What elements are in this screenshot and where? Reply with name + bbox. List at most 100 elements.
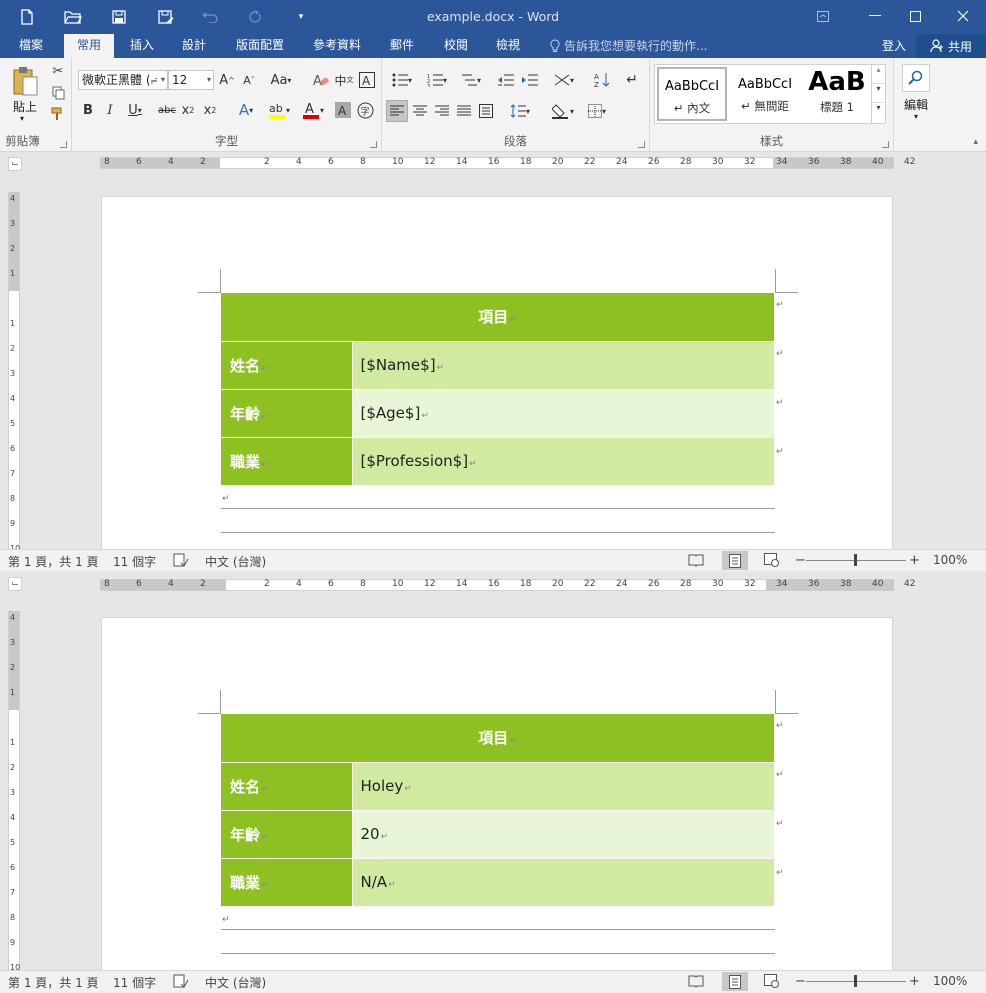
page-count[interactable]: 第 1 頁，共 1 頁 xyxy=(8,974,99,991)
font-size-dropdown-icon[interactable]: ▾ xyxy=(207,71,211,89)
styles-dialog-launcher[interactable] xyxy=(882,141,889,148)
web-layout-icon[interactable] xyxy=(764,974,780,991)
page-count[interactable]: 第 1 頁，共 1 頁 xyxy=(8,553,99,570)
chinese-layout-icon[interactable]: ▾ xyxy=(550,70,578,90)
copy-icon[interactable] xyxy=(50,85,66,101)
highlight-color-icon[interactable]: ab ▾ xyxy=(264,100,294,120)
style-no-spacing[interactable]: AaBbCcI ↵ 無間距 xyxy=(729,67,801,121)
word-count[interactable]: 11 個字 xyxy=(113,553,156,570)
multilevel-list-icon[interactable]: ▾ xyxy=(456,70,486,90)
language-status[interactable]: 中文 (台灣) xyxy=(205,553,266,570)
tab-view[interactable]: 檢視 xyxy=(486,34,530,58)
increase-indent-icon[interactable] xyxy=(520,70,540,90)
style-heading-1[interactable]: AaB 標題 1 xyxy=(801,67,873,121)
restore-icon[interactable] xyxy=(900,4,930,28)
phonetic-guide-icon[interactable]: 中文 xyxy=(334,70,354,90)
row-value-age[interactable]: [$Age$]↵ xyxy=(351,388,774,437)
row-label-profession[interactable]: 職業↵ xyxy=(221,436,352,485)
enclose-characters-icon[interactable]: 字 xyxy=(356,100,374,120)
share-button[interactable]: 共用 xyxy=(916,34,986,58)
tab-file[interactable]: 檔案 xyxy=(8,34,54,58)
document-page[interactable]: 項目↵ 姓名↵ Holey↵ 年齡↵ 20↵ 職業↵ N/A↵ ↵ ↵ ↵ ↵ … xyxy=(101,617,893,970)
tab-mailings[interactable]: 郵件 xyxy=(380,34,424,58)
proofing-icon[interactable] xyxy=(173,553,189,570)
styles-up-icon[interactable]: ▴ xyxy=(872,65,885,84)
tab-design[interactable]: 設計 xyxy=(172,34,216,58)
collapse-ribbon-icon[interactable]: ▴ xyxy=(973,137,978,147)
sign-in-link[interactable]: 登入 xyxy=(882,37,906,54)
zoom-level[interactable]: 100% xyxy=(933,553,967,567)
row-label-profession[interactable]: 職業↵ xyxy=(221,857,352,906)
clear-formatting-icon[interactable]: A xyxy=(312,70,330,90)
tab-home[interactable]: 常用 xyxy=(64,34,114,58)
text-effects-icon[interactable]: A ▾ xyxy=(232,100,260,120)
shading-icon[interactable]: ▾ xyxy=(548,100,578,122)
web-layout-icon[interactable] xyxy=(764,553,780,570)
zoom-level[interactable]: 100% xyxy=(933,974,967,988)
ribbon-display-icon[interactable] xyxy=(808,4,838,28)
data-table[interactable]: 項目↵ 姓名↵ Holey↵ 年齡↵ 20↵ 職業↵ N/A↵ xyxy=(221,714,774,906)
font-color-icon[interactable]: A ▾ xyxy=(298,100,328,120)
font-size-select[interactable]: 12 ▾ xyxy=(168,70,214,90)
bold-icon[interactable]: B xyxy=(80,100,96,120)
style-normal[interactable]: AaBbCcI ↵ 內文 xyxy=(657,67,727,121)
search-icon[interactable] xyxy=(902,64,930,92)
format-painter-icon[interactable] xyxy=(50,106,66,122)
row-value-name[interactable]: Holey↵ xyxy=(351,761,774,810)
cut-icon[interactable]: ✂ xyxy=(50,63,66,79)
zoom-out-icon[interactable]: − xyxy=(795,974,806,989)
close-icon[interactable] xyxy=(948,4,978,28)
editing-dropdown-icon[interactable]: ▾ xyxy=(914,112,918,121)
tab-insert[interactable]: 插入 xyxy=(120,34,164,58)
row-label-age[interactable]: 年齡↵ xyxy=(221,809,352,858)
zoom-in-icon[interactable]: + xyxy=(909,974,920,989)
tab-references[interactable]: 參考資料 xyxy=(304,34,370,58)
change-case-icon[interactable]: Aa ▾ xyxy=(268,70,294,90)
tab-layout[interactable]: 版面配置 xyxy=(226,34,294,58)
borders-icon[interactable]: ▾ xyxy=(582,100,612,122)
table-header-cell[interactable]: 項目↵ xyxy=(221,293,774,341)
align-center-icon[interactable] xyxy=(410,100,430,122)
tab-review[interactable]: 校閱 xyxy=(434,34,478,58)
italic-icon[interactable]: I xyxy=(102,100,118,120)
superscript-icon[interactable]: x2 xyxy=(202,100,218,120)
row-value-age[interactable]: 20↵ xyxy=(351,809,774,858)
horizontal-ruler[interactable]: 8 6 4 2 2 4 6 8 10 12 14 16 18 20 22 24 26 28 30 32 34 36 38 40… xyxy=(100,157,915,169)
table-header-cell[interactable]: 項目↵ xyxy=(221,714,774,762)
minimize-icon[interactable] xyxy=(860,4,890,28)
tab-selector-icon[interactable]: ⌙ xyxy=(8,157,22,171)
row-value-name[interactable]: [$Name$]↵ xyxy=(351,340,774,389)
line-spacing-icon[interactable]: ▾ xyxy=(506,100,534,122)
paste-label[interactable]: 貼上 xyxy=(13,98,37,115)
font-dialog-launcher[interactable] xyxy=(370,141,377,148)
paste-icon[interactable] xyxy=(10,64,42,98)
zoom-in-icon[interactable]: + xyxy=(909,553,920,568)
proofing-icon[interactable] xyxy=(173,974,189,991)
print-layout-icon[interactable] xyxy=(722,972,748,991)
align-left-icon[interactable] xyxy=(386,100,408,122)
sort-icon[interactable]: AZ xyxy=(592,70,612,90)
document-page[interactable]: 項目↵ 姓名↵ [$Name$]↵ 年齡↵ [$Age$]↵ 職業↵ [$Pro… xyxy=(101,196,893,549)
zoom-out-icon[interactable]: − xyxy=(795,553,806,568)
word-count[interactable]: 11 個字 xyxy=(113,974,156,991)
bullets-icon[interactable]: ▾ xyxy=(388,70,416,90)
character-border-icon[interactable]: A xyxy=(358,70,376,90)
horizontal-ruler[interactable]: 8 6 4 2 2 4 6 8 10 12 14 16 18 20 22 24 26 28 30 32 34 36 38 40… xyxy=(100,579,915,591)
decrease-indent-icon[interactable] xyxy=(496,70,516,90)
shrink-font-icon[interactable]: Aˇ xyxy=(240,70,258,90)
numbering-icon[interactable]: 1 2 3 ▾ xyxy=(422,70,452,90)
styles-more-icon[interactable]: ▾ xyxy=(872,103,885,122)
underline-icon[interactable]: U ▾ xyxy=(124,100,146,120)
show-formatting-icon[interactable]: ↵ xyxy=(622,70,642,90)
tell-me-box[interactable]: 告訴我您想要執行的動作... xyxy=(550,37,707,54)
subscript-icon[interactable]: x2 xyxy=(180,100,196,120)
styles-down-icon[interactable]: ▾ xyxy=(872,84,885,103)
zoom-slider-handle[interactable] xyxy=(854,975,857,987)
paragraph-dialog-launcher[interactable] xyxy=(638,141,645,148)
grow-font-icon[interactable]: A ^ xyxy=(218,70,236,90)
row-label-name[interactable]: 姓名↵ xyxy=(221,340,352,389)
row-label-age[interactable]: 年齡↵ xyxy=(221,388,352,437)
read-mode-icon[interactable] xyxy=(688,553,704,570)
tab-selector-icon[interactable]: ⌙ xyxy=(8,577,22,591)
language-status[interactable]: 中文 (台灣) xyxy=(205,974,266,991)
